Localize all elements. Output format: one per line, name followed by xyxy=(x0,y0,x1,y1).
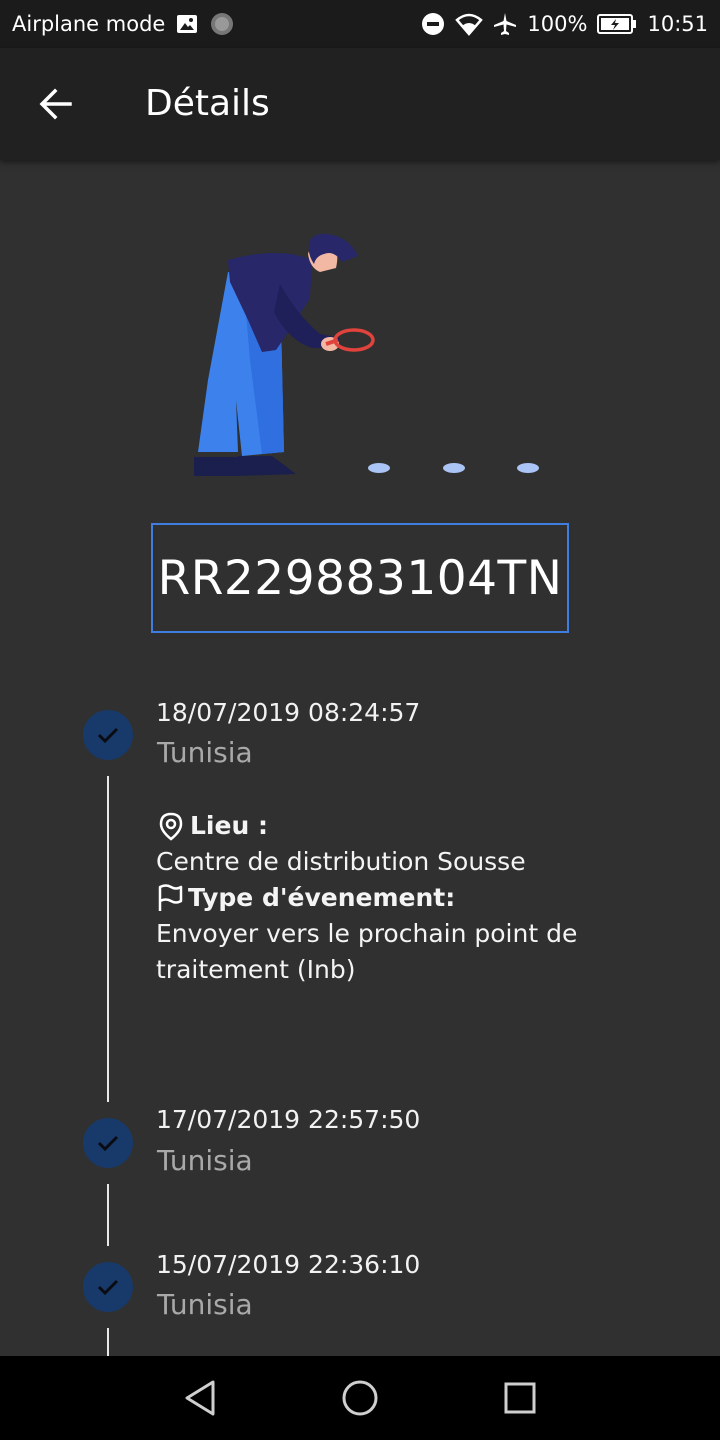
event-type-row: Type d'évenement: xyxy=(156,880,616,916)
event-country: Tunisia xyxy=(157,736,253,769)
wifi-icon xyxy=(455,12,484,36)
battery-percent: 100% xyxy=(527,12,588,36)
back-button[interactable] xyxy=(28,76,84,132)
image-icon xyxy=(175,12,199,36)
search-person-illustration xyxy=(194,233,539,476)
check-icon xyxy=(83,1118,133,1168)
recents-square-icon xyxy=(504,1382,536,1414)
event-details: Lieu : Centre de distribution Sousse Typ… xyxy=(156,808,616,988)
status-bar: Airplane mode 100% 10:51 xyxy=(0,0,720,48)
do-not-disturb-icon xyxy=(421,12,445,36)
timeline-line xyxy=(107,1328,109,1356)
timeline-line xyxy=(107,1184,109,1246)
circle-icon xyxy=(209,11,235,37)
location-pin-icon xyxy=(159,812,183,841)
battery-charging-icon xyxy=(597,13,637,35)
location-row: Lieu : xyxy=(156,808,616,844)
back-triangle-icon xyxy=(185,1380,215,1416)
arrow-left-icon xyxy=(39,88,72,120)
home-circle-icon xyxy=(342,1380,378,1416)
page-title: Détails xyxy=(145,83,270,124)
nav-back-button[interactable] xyxy=(170,1368,230,1428)
tracking-number: RR229883104TN xyxy=(151,523,569,633)
event-date: 17/07/2019 22:57:50 xyxy=(156,1105,421,1134)
airplane-icon xyxy=(493,12,517,36)
event-date: 18/07/2019 08:24:57 xyxy=(156,698,421,727)
event-date: 15/07/2019 22:36:10 xyxy=(156,1250,421,1279)
system-nav-bar xyxy=(0,1356,720,1440)
location-label: Lieu : xyxy=(190,811,268,840)
check-icon xyxy=(83,710,133,760)
app-bar: Détails xyxy=(0,48,720,160)
timeline-line xyxy=(107,776,109,1102)
event-country: Tunisia xyxy=(157,1144,253,1177)
clock: 10:51 xyxy=(647,12,708,36)
event-type-label: Type d'évenement: xyxy=(188,883,456,912)
location-value: Centre de distribution Sousse xyxy=(156,847,526,876)
nav-recents-button[interactable] xyxy=(490,1368,550,1428)
airplane-mode-text: Airplane mode xyxy=(12,12,166,36)
nav-home-button[interactable] xyxy=(330,1368,390,1428)
flag-icon xyxy=(158,884,183,911)
event-country: Tunisia xyxy=(157,1288,253,1321)
event-type-value: Envoyer vers le prochain point de traite… xyxy=(156,919,578,984)
check-icon xyxy=(83,1262,133,1312)
